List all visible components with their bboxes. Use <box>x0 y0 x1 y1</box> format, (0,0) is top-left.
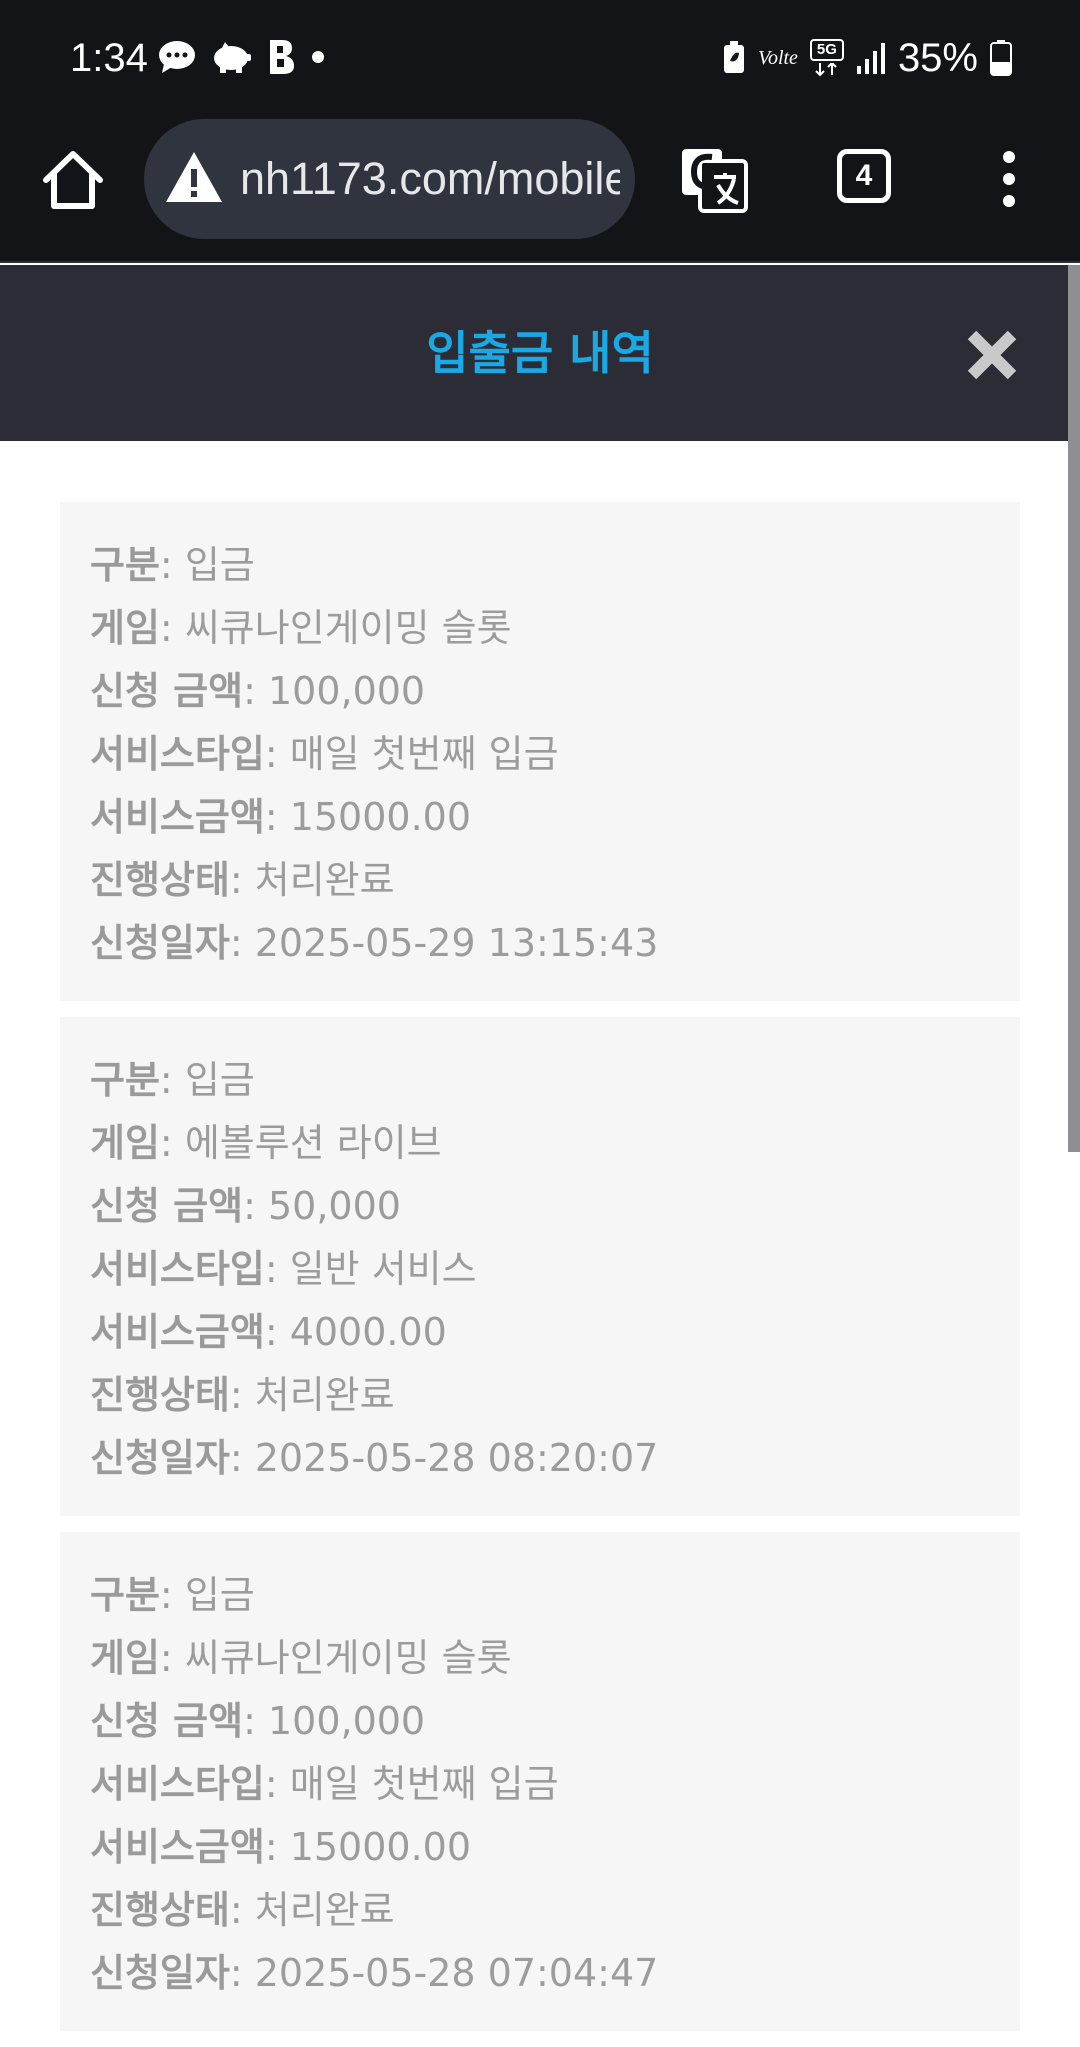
service-amount-value: 4000.00 <box>289 1310 447 1354</box>
game-value: 씨큐나인게이밍 슬롯 <box>184 606 512 650</box>
modal-header: 입출금 내역 <box>0 265 1068 441</box>
close-icon[interactable] <box>964 327 1020 383</box>
browser-toolbar: nh1173.com/mobile 4 <box>0 115 1080 263</box>
row-status: 진행상태: 처리완료 <box>90 1888 395 1932</box>
type-value: 입금 <box>184 1058 255 1102</box>
service-amount-value: 15000.00 <box>289 1825 472 1869</box>
transaction-card: 구분: 입금 게임: 씨큐나인게이밍 슬롯 신청 금액: 100,000 서비스… <box>60 502 1020 1001</box>
translate-icon[interactable] <box>680 145 748 213</box>
status-value: 처리완료 <box>254 1373 395 1417</box>
row-date: 신청일자: 2025-05-28 07:04:47 <box>90 1951 659 1995</box>
service-type-value: 매일 첫번째 입금 <box>289 1762 559 1806</box>
modal-title: 입출금 내역 <box>426 326 654 380</box>
row-service-amount: 서비스금액: 15000.00 <box>90 795 472 839</box>
b-app-icon <box>270 40 294 74</box>
date-value: 2025-05-29 13:15:43 <box>254 921 659 965</box>
signal-icon <box>856 43 885 74</box>
row-service-type: 서비스타입: 매일 첫번째 입금 <box>90 732 559 776</box>
tab-switcher-button[interactable]: 4 <box>837 149 891 203</box>
battery-saver-icon <box>723 41 744 73</box>
row-date: 신청일자: 2025-05-29 13:15:43 <box>90 921 659 965</box>
battery-icon <box>990 40 1012 76</box>
row-game: 게임: 에볼루션 라이브 <box>90 1121 442 1165</box>
warning-icon[interactable] <box>164 149 224 205</box>
row-type: 구분: 입금 <box>90 1573 255 1617</box>
row-type: 구분: 입금 <box>90 543 255 587</box>
status-value: 처리완료 <box>254 858 395 902</box>
date-value: 2025-05-28 07:04:47 <box>254 1951 659 1995</box>
service-amount-value: 15000.00 <box>289 795 472 839</box>
row-game: 게임: 씨큐나인게이밍 슬롯 <box>90 606 512 650</box>
system-icons: Volte 5G 35% <box>722 34 1012 82</box>
home-icon[interactable] <box>40 148 106 214</box>
status-time: 1:34 <box>70 36 148 80</box>
status-value: 처리완료 <box>254 1888 395 1932</box>
row-amount: 신청 금액: 50,000 <box>90 1184 401 1228</box>
row-amount: 신청 금액: 100,000 <box>90 1699 426 1743</box>
more-options-icon[interactable] <box>994 151 1024 211</box>
transaction-list: 구분: 입금 게임: 씨큐나인게이밍 슬롯 신청 금액: 100,000 서비스… <box>60 502 1020 2047</box>
amount-value: 100,000 <box>267 1699 426 1743</box>
row-game: 게임: 씨큐나인게이밍 슬롯 <box>90 1636 512 1680</box>
game-value: 씨큐나인게이밍 슬롯 <box>184 1636 512 1680</box>
row-service-type: 서비스타입: 매일 첫번째 입금 <box>90 1762 559 1806</box>
dot-icon <box>312 51 324 63</box>
type-value: 입금 <box>184 543 255 587</box>
scrollbar-thumb[interactable] <box>1068 265 1080 1152</box>
data-arrows-icon <box>815 63 837 77</box>
row-service-amount: 서비스금액: 4000.00 <box>90 1310 447 1354</box>
volte-label: Volte <box>757 46 798 69</box>
url-text[interactable]: nh1173.com/mobile <box>240 147 620 211</box>
network-5g-badge: 5G <box>809 39 844 77</box>
service-type-value: 일반 서비스 <box>289 1247 477 1291</box>
notification-icons <box>158 38 326 76</box>
amount-value: 100,000 <box>267 669 426 713</box>
chat-bubble-icon <box>159 41 195 73</box>
battery-percent: 35% <box>897 36 978 80</box>
date-value: 2025-05-28 08:20:07 <box>254 1436 659 1480</box>
game-value: 에볼루션 라이브 <box>184 1121 442 1165</box>
transaction-card: 구분: 입금 게임: 씨큐나인게이밍 슬롯 신청 금액: 100,000 서비스… <box>60 1532 1020 2031</box>
amount-value: 50,000 <box>267 1184 401 1228</box>
piggy-bank-icon <box>214 42 251 73</box>
row-service-amount: 서비스금액: 15000.00 <box>90 1825 472 1869</box>
url-bar[interactable]: nh1173.com/mobile <box>144 119 635 239</box>
row-date: 신청일자: 2025-05-28 08:20:07 <box>90 1436 659 1480</box>
row-status: 진행상태: 처리완료 <box>90 858 395 902</box>
transaction-card: 구분: 입금 게임: 에볼루션 라이브 신청 금액: 50,000 서비스타입:… <box>60 1017 1020 1516</box>
row-type: 구분: 입금 <box>90 1058 255 1102</box>
status-bar: 1:34 Volte 5G 35% <box>0 0 1080 115</box>
service-type-value: 매일 첫번째 입금 <box>289 732 559 776</box>
row-status: 진행상태: 처리완료 <box>90 1373 395 1417</box>
type-value: 입금 <box>184 1573 255 1617</box>
row-amount: 신청 금액: 100,000 <box>90 669 426 713</box>
row-service-type: 서비스타입: 일반 서비스 <box>90 1247 477 1291</box>
